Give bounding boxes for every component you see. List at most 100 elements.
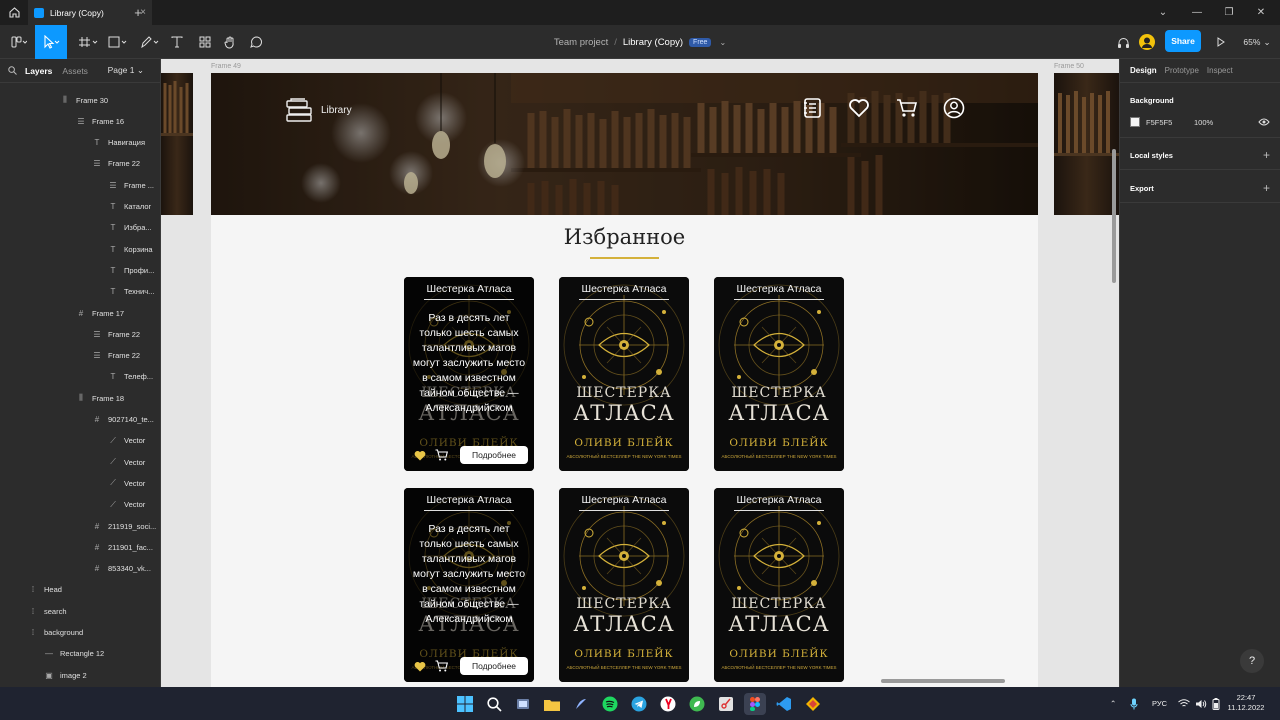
comment-tool-button[interactable] <box>245 25 267 59</box>
volume-icon[interactable] <box>1195 687 1207 720</box>
layer-row[interactable]: ⟋ Vector <box>108 432 145 450</box>
frame-left-preview[interactable] <box>161 73 193 215</box>
frame-label-left[interactable]: Frame 49 <box>211 63 241 70</box>
horizontal-scrollbar[interactable] <box>881 679 1005 683</box>
taskbar-app-feather[interactable] <box>570 693 592 715</box>
chevron-down-icon[interactable]: ⌄ <box>719 38 726 47</box>
taskbar-telegram[interactable] <box>628 693 650 715</box>
taskbar-spotify[interactable] <box>599 693 621 715</box>
add-export-icon[interactable]: + <box>1263 181 1270 195</box>
background-swatch[interactable] <box>1130 117 1140 127</box>
layer-row[interactable]: ⫼ Frame 18 <box>76 389 124 407</box>
layer-row[interactable]: ⟋ Vector <box>108 474 145 492</box>
layer-row[interactable]: T Корзина <box>108 240 153 258</box>
search-icon[interactable] <box>8 66 17 75</box>
layer-row[interactable]: ☰ Frame ... <box>108 176 154 194</box>
share-button[interactable]: Share <box>1165 30 1201 52</box>
project-name[interactable]: Team project <box>554 37 608 48</box>
taskbar-app-kite[interactable] <box>802 693 824 715</box>
layer-row[interactable]: ⫼ Frame 30 <box>60 91 108 109</box>
frame-right-preview[interactable] <box>1054 73 1119 215</box>
start-button[interactable] <box>454 693 476 715</box>
favorite-heart-icon[interactable] <box>414 450 426 461</box>
microphone-icon[interactable] <box>1130 687 1138 720</box>
layer-row[interactable]: T Телеф... <box>108 368 154 386</box>
frame-tool-button[interactable] <box>74 25 102 59</box>
library-favorites-frame[interactable]: Library Избранное ШЕСТЕРКААТЛАСАОЛИВИ БЛ… <box>211 73 1038 687</box>
taskbar-yandex[interactable] <box>657 693 679 715</box>
new-tab-button[interactable]: + <box>128 0 148 25</box>
add-to-cart-icon[interactable] <box>435 449 448 461</box>
layer-row[interactable]: T Профи... <box>108 261 155 279</box>
file-name[interactable]: Library (Copy) <box>623 37 683 48</box>
eye-icon[interactable] <box>1258 118 1270 126</box>
layer-row[interactable]: ☰ Frame 22 <box>92 347 140 365</box>
layer-row[interactable]: T Избра... <box>108 219 152 237</box>
layer-row[interactable]: T Навигация <box>92 134 146 152</box>
hand-tool-button[interactable] <box>219 25 241 59</box>
vertical-scrollbar[interactable] <box>1112 149 1116 283</box>
background-opacity[interactable]: 100% <box>1194 118 1213 127</box>
add-style-icon[interactable]: + <box>1263 148 1270 162</box>
site-logo[interactable]: Library <box>285 97 352 123</box>
audio-button[interactable] <box>1113 25 1133 59</box>
taskbar-clock[interactable]: 22:47 11.12.2022 <box>1224 693 1268 713</box>
minimize-button[interactable]: — <box>1182 0 1212 25</box>
nav-catalog[interactable] <box>801 97 823 119</box>
layer-row[interactable]: ☰ Frame 22 <box>92 155 140 173</box>
pen-tool-button[interactable] <box>136 25 164 59</box>
book-card[interactable]: ШЕСТЕРКААТЛАСАОЛИВИ БЛЕЙКАБСОЛЮТНЫЙ БЕСТ… <box>404 488 534 682</box>
taskbar-vscode[interactable] <box>773 693 795 715</box>
tab-inspect[interactable]: Inspect <box>1207 66 1233 75</box>
battery-icon[interactable] <box>1212 687 1220 720</box>
wifi-icon[interactable] <box>1178 687 1190 720</box>
tab-layers[interactable]: Layers <box>25 66 52 76</box>
layer-row[interactable]: T Каталог <box>108 198 152 216</box>
taskbar-figma[interactable] <box>744 693 766 715</box>
book-card[interactable]: ШЕСТЕРКААТЛАСАОЛИВИ БЛЕЙКАБСОЛЮТНЫЙ БЕСТ… <box>404 277 534 471</box>
layer-row[interactable]: ⁞ background <box>28 624 83 642</box>
zoom-dropdown[interactable]: 65% ⌄ <box>1240 25 1274 59</box>
background-hex[interactable]: F5F5F5 <box>1146 118 1194 127</box>
layer-row[interactable]: ⁞ Head <box>28 581 62 599</box>
taskbar-task-manager[interactable] <box>512 693 534 715</box>
details-button[interactable]: Подробнее <box>460 657 528 675</box>
layer-row[interactable]: # Frame 17 <box>76 304 124 322</box>
tray-chevron-icon[interactable]: ⌃ <box>1110 687 1116 720</box>
move-tool-button[interactable] <box>35 25 67 59</box>
layer-row[interactable]: #211901_fac... <box>92 538 153 556</box>
shape-tool-button[interactable] <box>104 25 132 59</box>
layer-row[interactable]: — Rectangle 12 <box>44 645 104 663</box>
tab-prototype[interactable]: Prototype <box>1165 66 1199 75</box>
input-language[interactable]: РУС <box>1152 687 1167 720</box>
nav-profile[interactable] <box>943 97 965 119</box>
taskbar-app-green[interactable] <box>686 693 708 715</box>
book-card[interactable]: ШЕСТЕРКААТЛАСАОЛИВИ БЛЕЙКАБСОЛЮТНЫЙ БЕСТ… <box>714 277 844 471</box>
layer-row[interactable]: T Технич... <box>108 283 155 301</box>
tab-design[interactable]: Design <box>1130 66 1157 75</box>
favorite-heart-icon[interactable] <box>414 661 426 672</box>
taskbar-file-explorer[interactable] <box>541 693 563 715</box>
taskbar-search[interactable] <box>483 693 505 715</box>
layer-row[interactable]: ⁞ search <box>28 602 67 620</box>
background-fill-row[interactable]: F5F5F5 100% <box>1130 114 1270 130</box>
page-selector[interactable]: Page 1 ⌄ <box>108 65 144 76</box>
book-card[interactable]: ШЕСТЕРКААТЛАСАОЛИВИ БЛЕЙКАБСОЛЮТНЫЙ БЕСТ… <box>714 488 844 682</box>
details-button[interactable]: Подробнее <box>460 446 528 464</box>
close-window-button[interactable]: ✕ <box>1246 0 1276 25</box>
layer-row[interactable]: ⟋ Vector <box>108 453 145 471</box>
taskbar-app-snip[interactable] <box>715 693 737 715</box>
avatar[interactable] <box>1137 25 1157 59</box>
design-canvas[interactable]: Frame 49 Frame 50 Library Избранное Раз … <box>161 59 1119 687</box>
layer-row[interactable]: #211919_soci... <box>92 517 156 535</box>
maximize-button[interactable]: ❐ <box>1214 0 1244 25</box>
layer-row[interactable]: #853340_vk... <box>92 560 151 578</box>
book-card[interactable]: ШЕСТЕРКААТЛАСАОЛИВИ БЛЕЙКАБСОЛЮТНЫЙ БЕСТ… <box>559 277 689 471</box>
resources-button[interactable] <box>194 25 216 59</box>
layer-row[interactable]: ▣ image 2 <box>44 666 86 684</box>
text-tool-button[interactable] <box>166 25 188 59</box>
frame-label-right[interactable]: Frame 50 <box>1054 63 1084 70</box>
main-menu-button[interactable] <box>4 25 34 59</box>
present-button[interactable] <box>1212 25 1230 59</box>
home-button[interactable] <box>0 0 28 25</box>
